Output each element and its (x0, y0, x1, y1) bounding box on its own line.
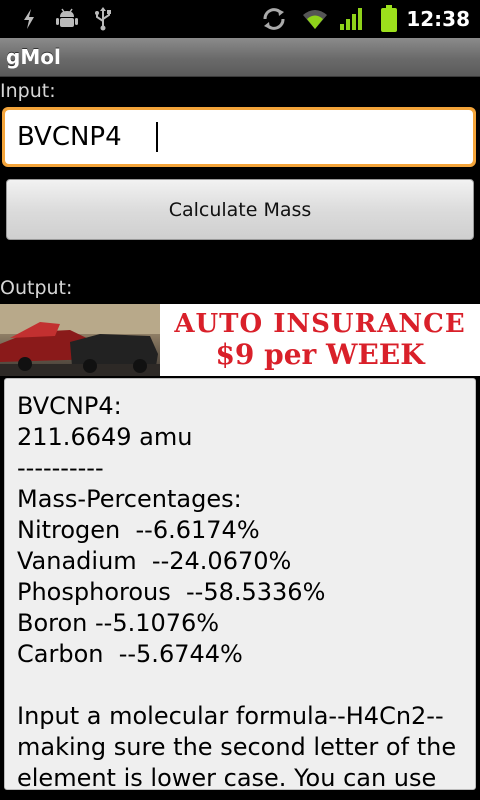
app-title-bar: gMol (0, 38, 480, 77)
output-formula: BVCNP4: (17, 392, 122, 420)
output-element-boron: Boron --5.1076% (17, 609, 220, 637)
formula-input-frame (2, 107, 476, 167)
output-mass: 211.6649 amu (17, 423, 193, 451)
output-text-box[interactable]: BVCNP4: 211.6649 amu ---------- Mass-Per… (4, 378, 476, 790)
output-element-nitrogen: Nitrogen --6.6174% (17, 516, 260, 544)
output-percent-heading: Mass-Percentages: (17, 485, 242, 513)
battery-icon (378, 0, 400, 38)
output-element-carbon: Carbon --5.6744% (17, 640, 243, 668)
ad-price: $9 per WEEK (215, 338, 425, 371)
output-help-text: Input a molecular formula--H4Cn2--making… (17, 702, 457, 790)
formula-input[interactable] (17, 122, 156, 152)
output-separator: ---------- (17, 454, 104, 482)
input-label: Input: (0, 80, 56, 102)
app-title: gMol (6, 45, 61, 69)
formula-input-container[interactable] (5, 110, 473, 164)
ad-headline: AUTO INSURANCE (174, 309, 466, 339)
output-element-phosphorous: Phosphorous --58.5336% (17, 578, 326, 606)
calculate-mass-button[interactable]: Calculate Mass (6, 179, 474, 240)
ad-car-crash-image (0, 304, 160, 376)
output-label: Output: (0, 277, 73, 299)
status-clock: 12:38 (406, 7, 470, 31)
usb-icon (92, 0, 114, 38)
wifi-icon (300, 0, 330, 38)
text-cursor (156, 122, 158, 152)
android-debug-icon (54, 0, 80, 38)
ad-banner[interactable]: AUTO INSURANCE $9 per WEEK (0, 304, 480, 376)
signal-icon (338, 0, 366, 38)
sync-icon (260, 0, 288, 38)
output-element-vanadium: Vanadium --24.0670% (17, 547, 292, 575)
ad-text-block: AUTO INSURANCE $9 per WEEK (160, 304, 480, 376)
flash-icon (18, 0, 40, 38)
status-bar: 12:38 (0, 0, 480, 38)
